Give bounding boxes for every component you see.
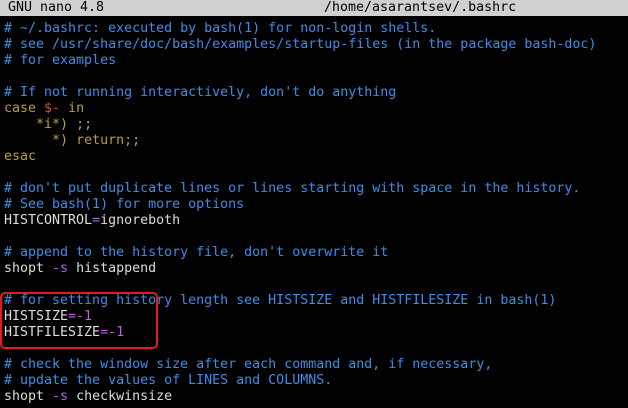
code-line: # See bash(1) for more options bbox=[4, 197, 624, 213]
command-flag: -s bbox=[52, 389, 69, 404]
keyword-case: case bbox=[4, 101, 37, 116]
highlight-annotation-box bbox=[0, 292, 158, 349]
case-body: ;; bbox=[68, 117, 93, 132]
comment-text: # If not running interactively, don't do… bbox=[4, 85, 397, 100]
code-line: shopt -s checkwinsize bbox=[4, 389, 624, 405]
code-line: shopt -s histappend bbox=[4, 261, 624, 277]
command-name: shopt bbox=[4, 389, 45, 404]
code-line: # for examples bbox=[4, 53, 624, 69]
command-flag: -s bbox=[52, 261, 69, 276]
keyword-esac: esac bbox=[4, 149, 37, 164]
code-line: # don't put duplicate lines or lines sta… bbox=[4, 181, 624, 197]
nano-title-bar: GNU nano 4.8 /home/asarantsev/.bashrc bbox=[0, 0, 628, 16]
code-line: # If not running interactively, don't do… bbox=[4, 85, 624, 101]
case-pattern: *) bbox=[52, 133, 69, 148]
code-line: *) return;; bbox=[4, 133, 624, 149]
comment-text: # for examples bbox=[4, 53, 117, 68]
keyword-in: in bbox=[68, 101, 85, 116]
command-name: shopt bbox=[4, 261, 45, 276]
assign-op: = bbox=[92, 213, 101, 228]
code-line: # ~/.bashrc: executed by bash(1) for non… bbox=[4, 21, 624, 37]
command-arg: histappend bbox=[76, 261, 157, 276]
comment-text: # see /usr/share/doc/bash/examples/start… bbox=[4, 37, 597, 52]
comment-text: # append to the history file, don't over… bbox=[4, 245, 389, 260]
variable-value: ignoreboth bbox=[100, 213, 181, 228]
comment-text: # update the values of LINES and COLUMNS… bbox=[4, 373, 333, 388]
code-line: esac bbox=[4, 149, 624, 165]
app-title: GNU nano 4.8 bbox=[8, 0, 105, 15]
code-line: # update the values of LINES and COLUMNS… bbox=[4, 373, 624, 389]
shell-flags-var: $- bbox=[44, 101, 61, 116]
comment-text: # check the window size after each comma… bbox=[4, 357, 493, 372]
code-line: HISTCONTROL=ignoreboth bbox=[4, 213, 624, 229]
command-arg: checkwinsize bbox=[76, 389, 173, 404]
case-pattern: *i*) bbox=[36, 117, 69, 132]
variable-name: HISTCONTROL bbox=[4, 213, 93, 228]
code-line: # see /usr/share/doc/bash/examples/start… bbox=[4, 37, 624, 53]
file-path: /home/asarantsev/.bashrc bbox=[324, 0, 517, 15]
code-line: case $- in bbox=[4, 101, 624, 117]
case-body: return;; bbox=[68, 133, 141, 148]
code-line: # append to the history file, don't over… bbox=[4, 245, 624, 261]
comment-text: # See bash(1) for more options bbox=[4, 197, 245, 212]
code-line: # check the window size after each comma… bbox=[4, 357, 624, 373]
comment-text: # don't put duplicate lines or lines sta… bbox=[4, 181, 581, 196]
code-line: *i*) ;; bbox=[4, 117, 624, 133]
comment-text: # ~/.bashrc: executed by bash(1) for non… bbox=[4, 21, 437, 36]
